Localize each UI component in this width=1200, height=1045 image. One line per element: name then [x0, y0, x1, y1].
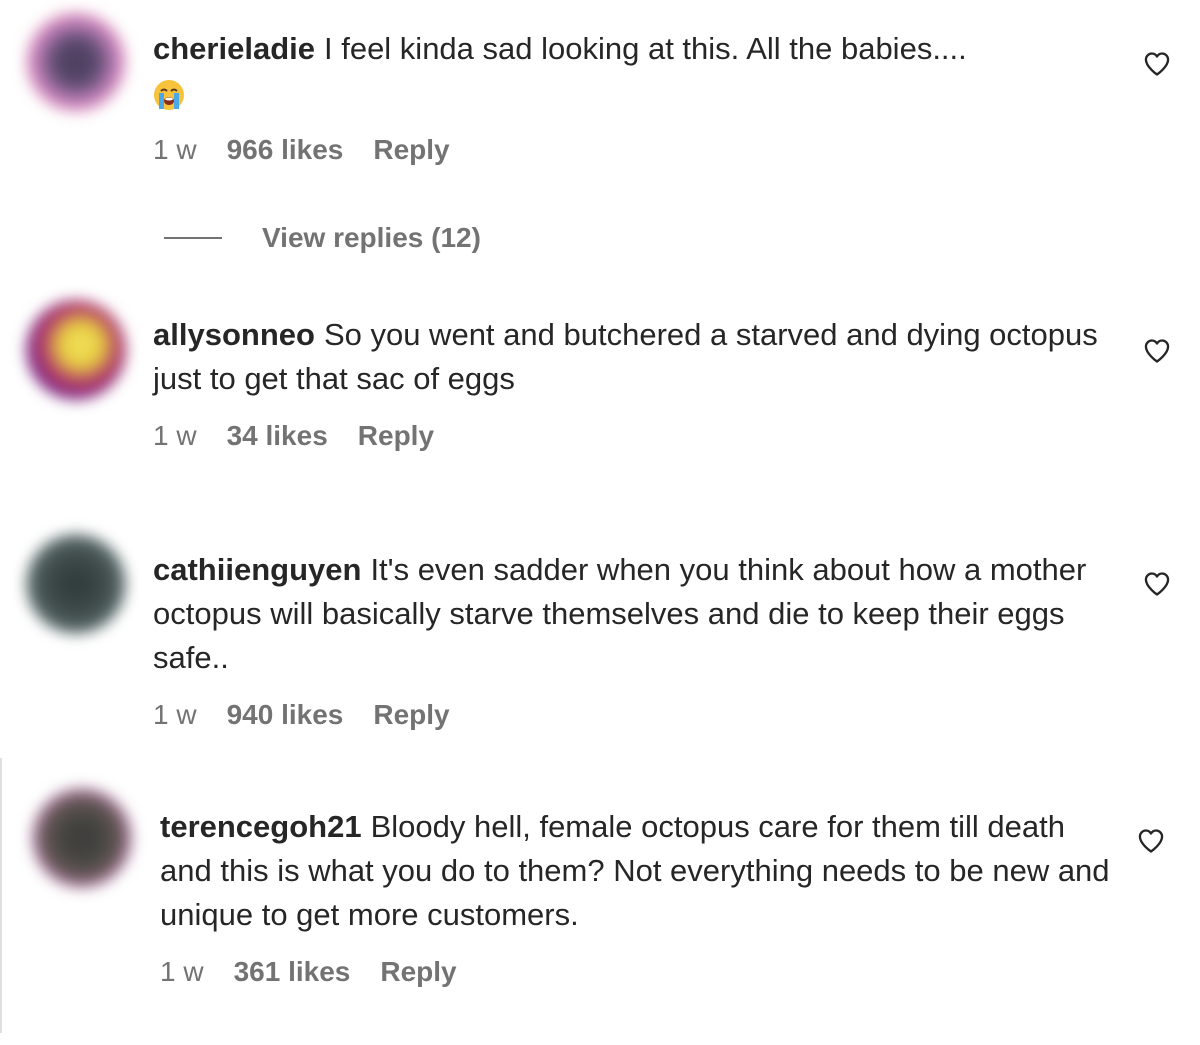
comment-time: 1 w [153, 699, 197, 730]
thread-border [0, 758, 2, 1033]
avatar[interactable] [26, 300, 126, 400]
avatar[interactable] [26, 12, 126, 112]
comment-text: cathiienguyen It's even sadder when you t… [153, 548, 1103, 680]
heart-icon[interactable] [1136, 827, 1166, 855]
reply-button[interactable]: Reply [373, 699, 449, 731]
comment-username[interactable]: terencegoh21 [160, 809, 362, 844]
comment-likes[interactable]: 361 likes [234, 956, 351, 988]
comment-text: allysonneo So you went and butchered a st… [153, 313, 1103, 401]
comments-page: cherieladie I feel kinda sad looking at t… [0, 0, 1200, 1045]
avatar[interactable] [32, 788, 132, 888]
view-replies-divider [164, 237, 222, 239]
view-replies-button[interactable]: View replies (12) [164, 222, 481, 254]
heart-icon[interactable] [1142, 570, 1172, 598]
comment-text: cherieladie I feel kinda sad looking at t… [153, 27, 1103, 115]
comment-likes[interactable]: 34 likes [227, 420, 328, 452]
reply-button[interactable]: Reply [373, 134, 449, 166]
comment-meta: 1 w 940 likes Reply [153, 699, 1103, 731]
comment-time: 1 w [160, 956, 204, 987]
comment-meta: 1 w 361 likes Reply [160, 956, 1110, 988]
comment-likes[interactable]: 966 likes [227, 134, 344, 166]
comment-likes[interactable]: 940 likes [227, 699, 344, 731]
comment-text: terencegoh21 Bloody hell, female octopus … [160, 805, 1110, 937]
heart-icon[interactable] [1142, 337, 1172, 365]
comment-body: I feel kinda sad looking at this. All th… [323, 31, 967, 66]
reply-button[interactable]: Reply [358, 420, 434, 452]
loudly-crying-face-icon [153, 79, 185, 111]
comment-time: 1 w [153, 134, 197, 165]
comment-username[interactable]: cathiienguyen [153, 552, 361, 587]
comment-username[interactable]: cherieladie [153, 31, 315, 66]
heart-icon[interactable] [1142, 50, 1172, 78]
comment-username[interactable]: allysonneo [153, 317, 315, 352]
comment-meta: 1 w 34 likes Reply [153, 420, 1103, 452]
view-replies-label[interactable]: View replies (12) [262, 222, 481, 254]
avatar[interactable] [26, 534, 126, 634]
reply-button[interactable]: Reply [380, 956, 456, 988]
comment-time: 1 w [153, 420, 197, 451]
comment-meta: 1 w 966 likes Reply [153, 134, 1103, 166]
